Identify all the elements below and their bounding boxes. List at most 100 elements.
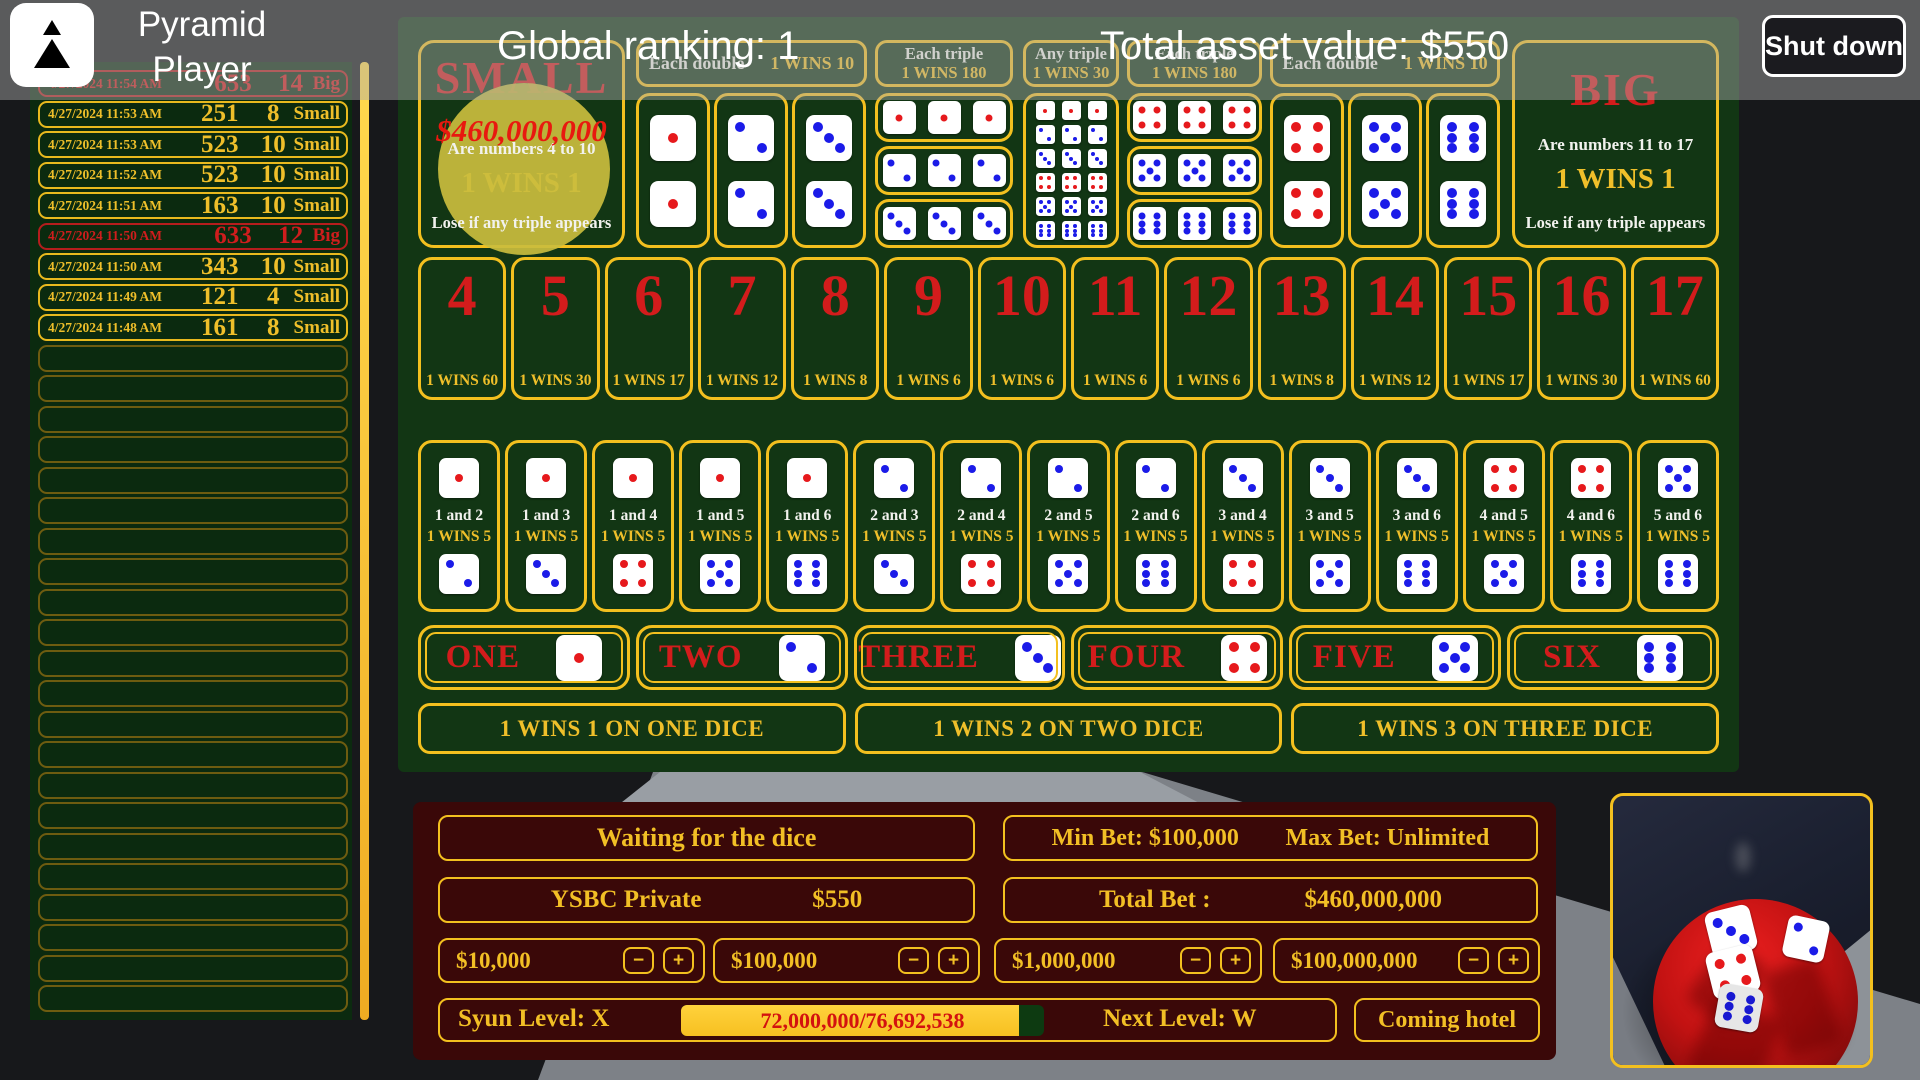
triple-bet-area-3[interactable] — [875, 199, 1013, 248]
double-bet-area-3[interactable] — [792, 93, 866, 248]
single-bet-area-three[interactable]: THREE — [853, 625, 1066, 690]
single-bet-area-five[interactable]: FIVE — [1289, 625, 1502, 690]
combo-bet-area-3-4[interactable]: 3 and 4 1 WINS 5 — [1201, 440, 1284, 612]
coming-hotel-button[interactable]: Coming hotel — [1354, 998, 1540, 1042]
combo-bet-area-4-5[interactable]: 4 and 5 1 WINS 5 — [1462, 440, 1545, 612]
single-bet-area-two[interactable]: TWO — [635, 625, 848, 690]
chip-minus-button[interactable]: − — [1180, 947, 1211, 974]
triple-bet-area-5[interactable] — [1127, 146, 1262, 195]
chip-minus-button[interactable]: − — [1458, 947, 1489, 974]
chip-minus-button[interactable]: − — [623, 947, 654, 974]
total-odds: 1 WINS 30 — [1545, 372, 1618, 389]
single-bet-area-four[interactable]: FOUR — [1071, 625, 1284, 690]
chip-plus-button[interactable]: + — [938, 947, 969, 974]
history-scrollbar[interactable] — [360, 62, 369, 1020]
total-bet-box: Total Bet : $460,000,000 — [1003, 877, 1538, 923]
combo-odds: 1 WINS 5 — [1384, 527, 1449, 545]
total-bet-area-10[interactable]: 10 1 WINS 6 — [977, 257, 1066, 400]
triple-bet-area-1[interactable] — [875, 93, 1013, 142]
chip-plus-button[interactable]: + — [1498, 947, 1529, 974]
total-bet-area-4[interactable]: 4 1 WINS 60 — [418, 257, 507, 400]
next-level-text: Next Level: W — [1103, 1005, 1257, 1032]
history-cell: 12 — [278, 222, 304, 249]
total-bet-area-17[interactable]: 17 1 WINS 60 — [1630, 257, 1719, 400]
history-cell: 4/27/2024 11:52 AM — [48, 167, 162, 182]
any-triple-row — [1035, 149, 1107, 168]
history-cell: 633 — [214, 222, 252, 249]
chip-plus-button[interactable]: + — [663, 947, 694, 974]
history-row: 4/27/2024 11:51 AM 163 10 Small — [38, 192, 348, 219]
double-bet-area-2[interactable] — [714, 93, 788, 248]
small-note: Lose if any triple appears — [431, 213, 612, 232]
total-bet-area-15[interactable]: 15 1 WINS 17 — [1444, 257, 1533, 400]
history-row-empty — [38, 344, 348, 372]
total-bet-area-5[interactable]: 5 1 WINS 30 — [511, 257, 600, 400]
double-bet-area-4[interactable] — [1270, 93, 1344, 248]
any-triple-bet-area[interactable] — [1023, 93, 1119, 248]
combo-bet-area-2-4[interactable]: 2 and 4 1 WINS 5 — [940, 440, 1023, 612]
combo-bet-area-3-6[interactable]: 3 and 6 1 WINS 5 — [1375, 440, 1458, 612]
die-5-icon — [1483, 553, 1524, 594]
combo-bet-area-3-5[interactable]: 3 and 5 1 WINS 5 — [1288, 440, 1371, 612]
total-bet-area-7[interactable]: 7 1 WINS 12 — [697, 257, 787, 400]
triple-bet-area-2[interactable] — [875, 146, 1013, 195]
double-bet-area-6[interactable] — [1426, 93, 1500, 248]
chip-box-3: $1,000,000 − + — [994, 938, 1262, 983]
combo-bet-area-1-3[interactable]: 1 and 3 1 WINS 5 — [505, 440, 588, 612]
total-bet-area-12[interactable]: 12 1 WINS 6 — [1164, 257, 1253, 400]
history-row-empty — [38, 741, 348, 768]
history-cell: 4/27/2024 11:50 AM — [48, 228, 162, 243]
total-bet-area-11[interactable]: 11 1 WINS 6 — [1070, 257, 1160, 400]
die-5-icon — [1431, 634, 1478, 681]
combo-bet-area-1-6[interactable]: 1 and 6 1 WINS 5 — [766, 440, 849, 612]
combo-bet-area-1-2[interactable]: 1 and 2 1 WINS 5 — [418, 440, 501, 612]
total-odds: 1 WINS 60 — [1638, 372, 1711, 389]
die-2-icon — [728, 114, 774, 161]
shut-down-button[interactable]: Shut down — [1762, 15, 1906, 77]
double-bet-area-1[interactable] — [636, 93, 710, 248]
die-5-icon — [1362, 114, 1408, 161]
history-cell: Small — [293, 286, 340, 307]
triple-bet-area-6[interactable] — [1127, 199, 1262, 248]
chip-minus-button[interactable]: − — [898, 947, 929, 974]
combo-bet-area-2-3[interactable]: 2 and 3 1 WINS 5 — [853, 440, 936, 612]
total-bet-area-9[interactable]: 9 1 WINS 6 — [884, 257, 973, 400]
room-box: YSBC Private $550 — [438, 877, 975, 923]
history-row-empty — [38, 832, 348, 860]
combo-odds: 1 WINS 5 — [600, 527, 666, 545]
combo-bet-area-5-6[interactable]: 5 and 6 1 WINS 5 — [1636, 440, 1719, 612]
total-odds: 1 WINS 12 — [705, 372, 779, 389]
die-5-icon — [1133, 154, 1166, 187]
combo-bet-area-2-5[interactable]: 2 and 5 1 WINS 5 — [1027, 440, 1110, 612]
combo-bet-area-1-5[interactable]: 1 and 5 1 WINS 5 — [679, 440, 762, 612]
any-triple-row — [1035, 101, 1107, 120]
chip-plus-button[interactable]: + — [1220, 947, 1251, 974]
die-4-icon — [1178, 101, 1211, 134]
history-cell: 8 — [266, 100, 280, 127]
die-6-icon — [1087, 221, 1107, 240]
total-odds: 1 WINS 60 — [426, 372, 499, 389]
die-4-icon — [1284, 114, 1330, 161]
total-bet-area-13[interactable]: 13 1 WINS 8 — [1257, 257, 1346, 400]
total-bet-area-6[interactable]: 6 1 WINS 17 — [604, 257, 693, 400]
double-bet-area-5[interactable] — [1348, 93, 1422, 248]
total-odds: 1 WINS 8 — [803, 372, 868, 389]
combo-bet-area-4-6[interactable]: 4 and 6 1 WINS 5 — [1549, 440, 1632, 612]
die-6-icon — [1657, 553, 1698, 594]
combo-odds: 1 WINS 5 — [1645, 527, 1711, 545]
die-1-icon — [613, 458, 654, 499]
combo-bet-area-1-4[interactable]: 1 and 4 1 WINS 5 — [592, 440, 675, 612]
history-row-empty — [38, 924, 348, 951]
combo-odds: 1 WINS 5 — [862, 527, 927, 545]
single-bet-area-one[interactable]: ONE — [418, 625, 630, 690]
combo-bet-area-2-6[interactable]: 2 and 6 1 WINS 5 — [1114, 440, 1197, 612]
total-bet-area-8[interactable]: 8 1 WINS 8 — [791, 257, 880, 400]
history-row-empty — [38, 985, 348, 1012]
die-3-icon — [874, 553, 915, 594]
history-cell: 10 — [260, 252, 286, 280]
single-bet-area-six[interactable]: SIX — [1507, 625, 1719, 690]
triple-bet-area-4[interactable] — [1127, 93, 1262, 142]
total-bet-area-14[interactable]: 14 1 WINS 12 — [1350, 257, 1440, 400]
history-row-empty — [38, 771, 348, 799]
total-bet-area-16[interactable]: 16 1 WINS 30 — [1537, 257, 1626, 400]
